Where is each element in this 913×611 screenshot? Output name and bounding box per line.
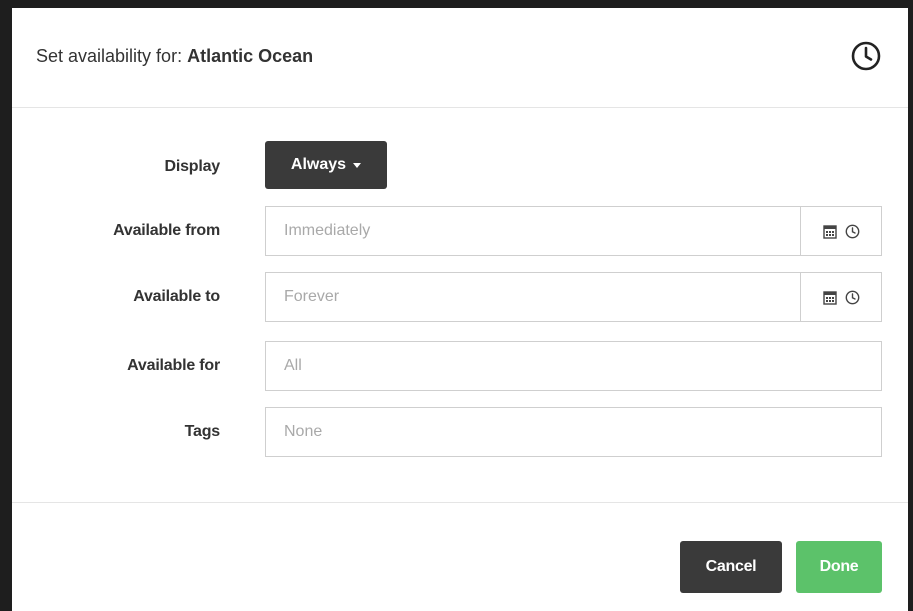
clock-icon[interactable] xyxy=(850,40,882,72)
dialog-title-prefix: Set availability for: xyxy=(36,46,188,66)
display-dropdown-value: Always xyxy=(290,156,347,173)
available-for-label: Available for xyxy=(127,357,220,374)
available-from-group xyxy=(265,206,882,256)
available-to-group xyxy=(265,272,882,322)
clock-icon[interactable] xyxy=(845,290,860,305)
available-from-input[interactable] xyxy=(266,207,800,255)
caret-down-icon xyxy=(353,162,362,168)
availability-dialog: Set availability for: Atlantic Ocean Dis… xyxy=(12,8,908,611)
display-label: Display xyxy=(164,158,220,175)
calendar-icon[interactable] xyxy=(822,290,837,305)
dialog-footer: Cancel Done xyxy=(12,502,908,611)
calendar-icon[interactable] xyxy=(822,224,837,239)
dialog-body: Display Always Available from Immediatel… xyxy=(12,108,908,503)
tags-input[interactable] xyxy=(265,407,882,457)
tags-label: Tags xyxy=(184,423,221,440)
dialog-header: Set availability for: Atlantic Ocean xyxy=(12,8,908,108)
available-from-label: Available from xyxy=(113,222,220,239)
done-button[interactable]: Done xyxy=(796,541,882,593)
available-to-label: Available to xyxy=(133,288,220,305)
available-to-input[interactable] xyxy=(266,273,800,321)
available-for-input[interactable] xyxy=(265,341,882,391)
available-to-addon xyxy=(800,273,881,321)
clock-icon[interactable] xyxy=(845,224,860,239)
cancel-button[interactable]: Cancel xyxy=(680,541,782,593)
dialog-title: Set availability for: Atlantic Ocean xyxy=(36,46,313,67)
display-dropdown-button[interactable]: Always xyxy=(265,141,387,189)
dialog-title-subject: Atlantic Ocean xyxy=(187,46,314,66)
available-from-addon xyxy=(800,207,881,255)
